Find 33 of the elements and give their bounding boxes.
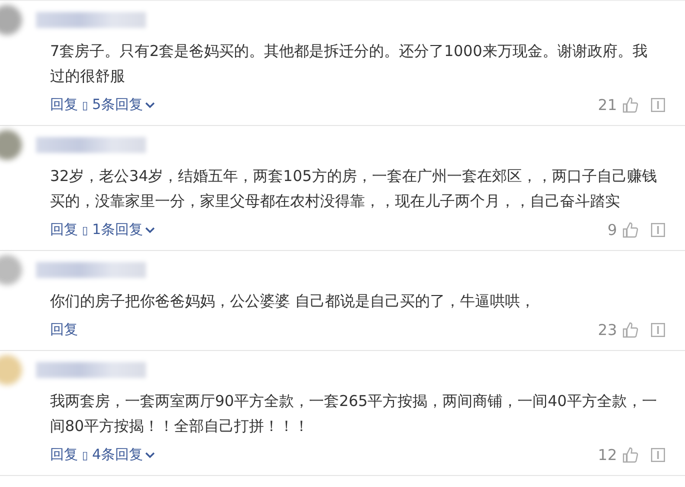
reply-link[interactable]: 回复 <box>50 221 78 239</box>
like-count: 12 <box>598 446 617 464</box>
view-replies-link[interactable]: 1条回复 <box>92 221 143 239</box>
like-count: 21 <box>598 96 617 114</box>
thumbs-up-icon[interactable] <box>622 447 638 463</box>
like-count: 9 <box>607 221 617 239</box>
separator: ▯ <box>82 448 88 462</box>
blurred-avatar <box>0 255 22 285</box>
blurred-avatar <box>0 130 22 160</box>
thumbs-up-icon[interactable] <box>622 322 638 338</box>
comment-text: 32岁，老公34岁，结婚五年，两套105方的房，一套在广州一套在郊区，，两口子自己赚钱买的，没靠家里一分，家里父母都在农村没得靠，，现在儿子两个月，，自己奋斗踏实 <box>50 166 658 212</box>
comment-text: 7套房子。只有2套是爸妈买的。其他都是拆迁分的。还分了1000来万现金。谢谢政府。我过的很舒服 <box>50 41 648 87</box>
blurred-avatar <box>0 355 22 385</box>
view-replies-link[interactable]: 5条回复 <box>92 96 143 114</box>
like-count: 23 <box>598 321 617 339</box>
separator: ▯ <box>82 224 88 236</box>
report-icon[interactable] <box>651 323 665 337</box>
separator: ▯ <box>82 98 88 112</box>
report-icon[interactable] <box>651 98 665 112</box>
chevron-down-icon <box>144 451 155 459</box>
chevron-down-icon <box>144 101 155 109</box>
thumbs-up-icon[interactable] <box>622 222 638 238</box>
blurred-avatar <box>0 5 22 35</box>
reply-link[interactable]: 回复 <box>50 321 78 339</box>
report-icon[interactable] <box>651 223 665 237</box>
report-icon[interactable] <box>651 448 665 462</box>
chevron-down-icon <box>144 226 155 234</box>
view-replies-link[interactable]: 4条回复 <box>92 446 143 464</box>
comment-text: 我两套房，一套两室两厅90平方全款，一套265平方按揭，两间商铺，一间40平方全款，一间80平方按揭！！全部自己打拼！！！ <box>50 391 658 437</box>
reply-link[interactable]: 回复 <box>50 96 78 114</box>
comment-text: 你们的房子把你爸爸妈妈，公公婆婆 自己都说是自己买的了，牛逼哄哄， <box>50 291 536 312</box>
thumbs-up-icon[interactable] <box>622 97 638 113</box>
reply-link[interactable]: 回复 <box>50 446 78 464</box>
